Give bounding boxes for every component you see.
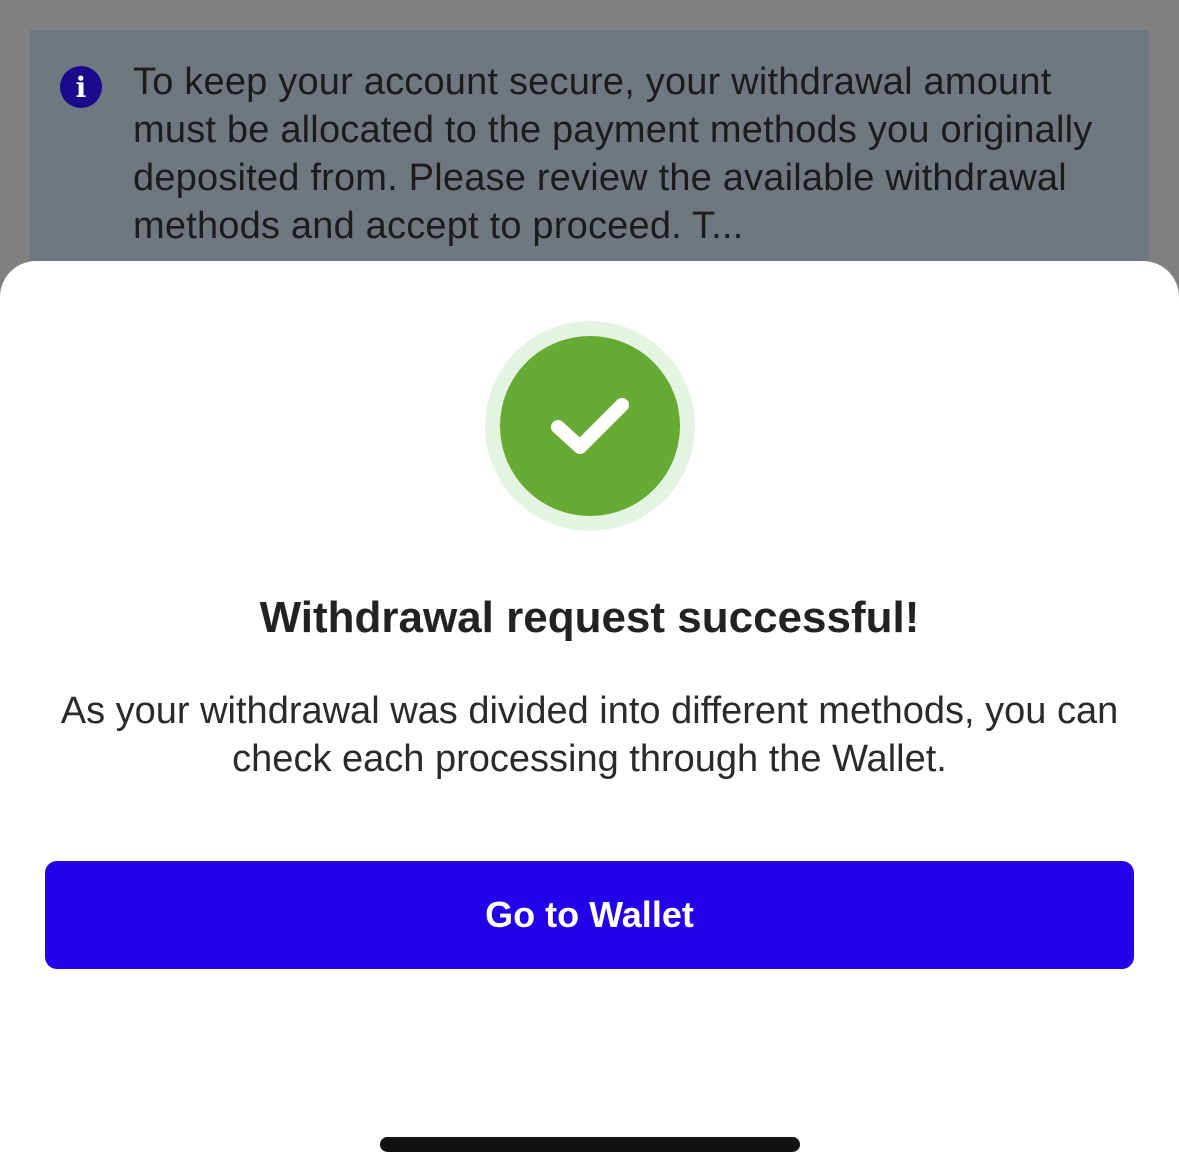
screen: i To keep your account secure, your with… xyxy=(0,0,1179,1176)
info-text: To keep your account secure, your withdr… xyxy=(133,61,1093,247)
check-icon xyxy=(551,398,629,454)
success-icon-ring xyxy=(485,321,695,531)
go-to-wallet-button[interactable]: Go to Wallet xyxy=(45,861,1134,969)
home-indicator xyxy=(380,1137,800,1152)
info-icon: i xyxy=(60,66,102,108)
success-bottom-sheet: Withdrawal request successful! As your w… xyxy=(0,261,1179,1176)
success-icon-circle xyxy=(500,336,680,516)
success-message: As your withdrawal was divided into diff… xyxy=(60,690,1119,780)
success-title: Withdrawal request successful! xyxy=(259,593,920,642)
